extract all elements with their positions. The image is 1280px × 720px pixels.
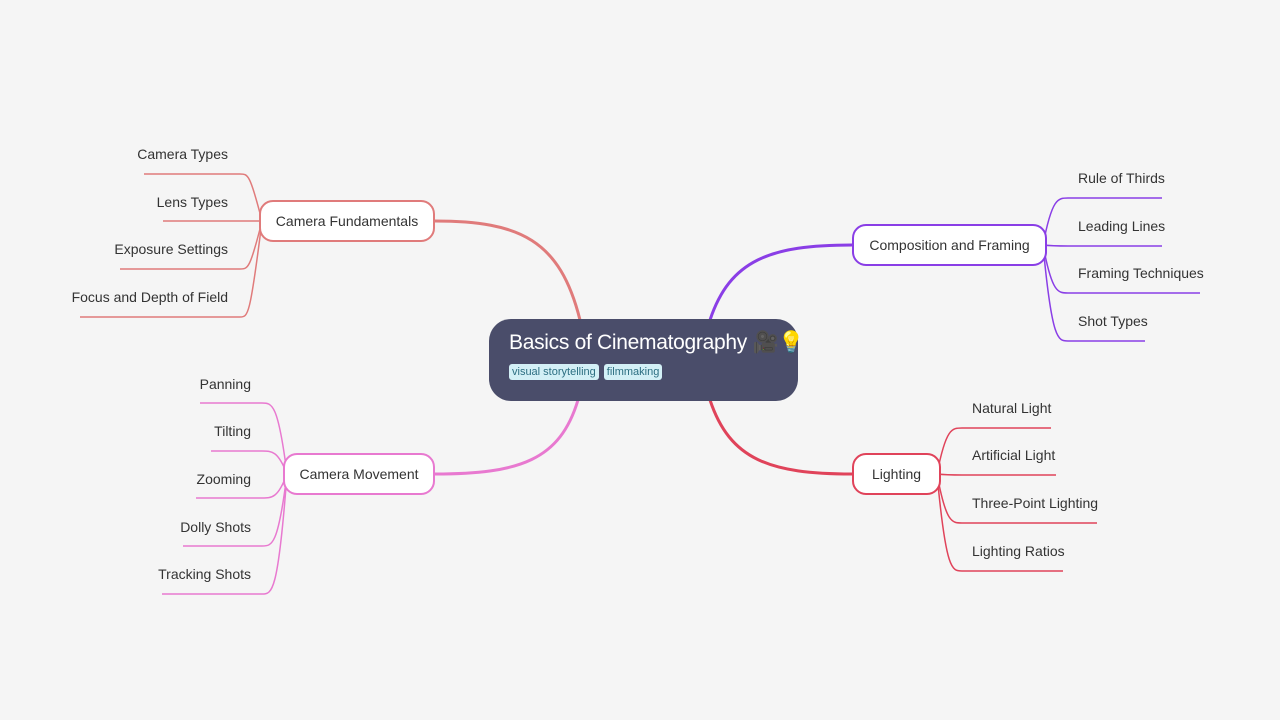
leaf-three-point-lighting[interactable]: Three-Point Lighting: [972, 495, 1098, 511]
edge-lighting-leaf: [936, 473, 1056, 476]
branch-camera-fundamentals[interactable]: Camera Fundamentals: [259, 200, 435, 242]
leaf-tracking-shots[interactable]: Tracking Shots: [158, 566, 251, 582]
leaf-lighting-ratios[interactable]: Lighting Ratios: [972, 543, 1065, 559]
edge-root-camera-movement: [434, 399, 580, 476]
leaf-panning[interactable]: Panning: [200, 376, 251, 392]
leaf-tilting[interactable]: Tilting: [214, 423, 251, 439]
leaf-natural-light[interactable]: Natural Light: [972, 400, 1051, 416]
tag-visual-storytelling[interactable]: visual storytelling: [509, 364, 599, 380]
branch-camera-movement[interactable]: Camera Movement: [283, 453, 435, 495]
root-title: Basics of Cinematography 🎥💡: [509, 331, 805, 354]
tag-filmmaking[interactable]: filmmaking: [603, 364, 663, 380]
leaf-shot-types[interactable]: Shot Types: [1078, 313, 1148, 329]
leaf-focus-and-depth-of-field[interactable]: Focus and Depth of Field: [72, 289, 228, 305]
edge-composition-leaf: [1042, 244, 1162, 247]
leaf-leading-lines[interactable]: Leading Lines: [1078, 218, 1165, 234]
edge-root-lighting: [708, 399, 853, 476]
root-tags: visual storytelling filmmaking: [509, 364, 778, 380]
leaf-lens-types[interactable]: Lens Types: [157, 194, 228, 210]
root-node[interactable]: Basics of Cinematography 🎥💡 visual story…: [489, 319, 805, 401]
leaf-exposure-settings[interactable]: Exposure Settings: [114, 241, 228, 257]
edge-root-composition: [708, 243, 853, 321]
branch-lighting[interactable]: Lighting: [852, 453, 941, 495]
leaf-dolly-shots[interactable]: Dolly Shots: [180, 519, 251, 535]
branch-composition-and-framing[interactable]: Composition and Framing: [852, 224, 1047, 266]
leaf-rule-of-thirds[interactable]: Rule of Thirds: [1078, 170, 1165, 186]
edge-root-camera-fundamentals: [434, 219, 582, 321]
leaf-framing-techniques[interactable]: Framing Techniques: [1078, 265, 1204, 281]
leaf-camera-types[interactable]: Camera Types: [137, 146, 228, 162]
leaf-artificial-light[interactable]: Artificial Light: [972, 447, 1055, 463]
leaf-zooming[interactable]: Zooming: [197, 471, 251, 487]
